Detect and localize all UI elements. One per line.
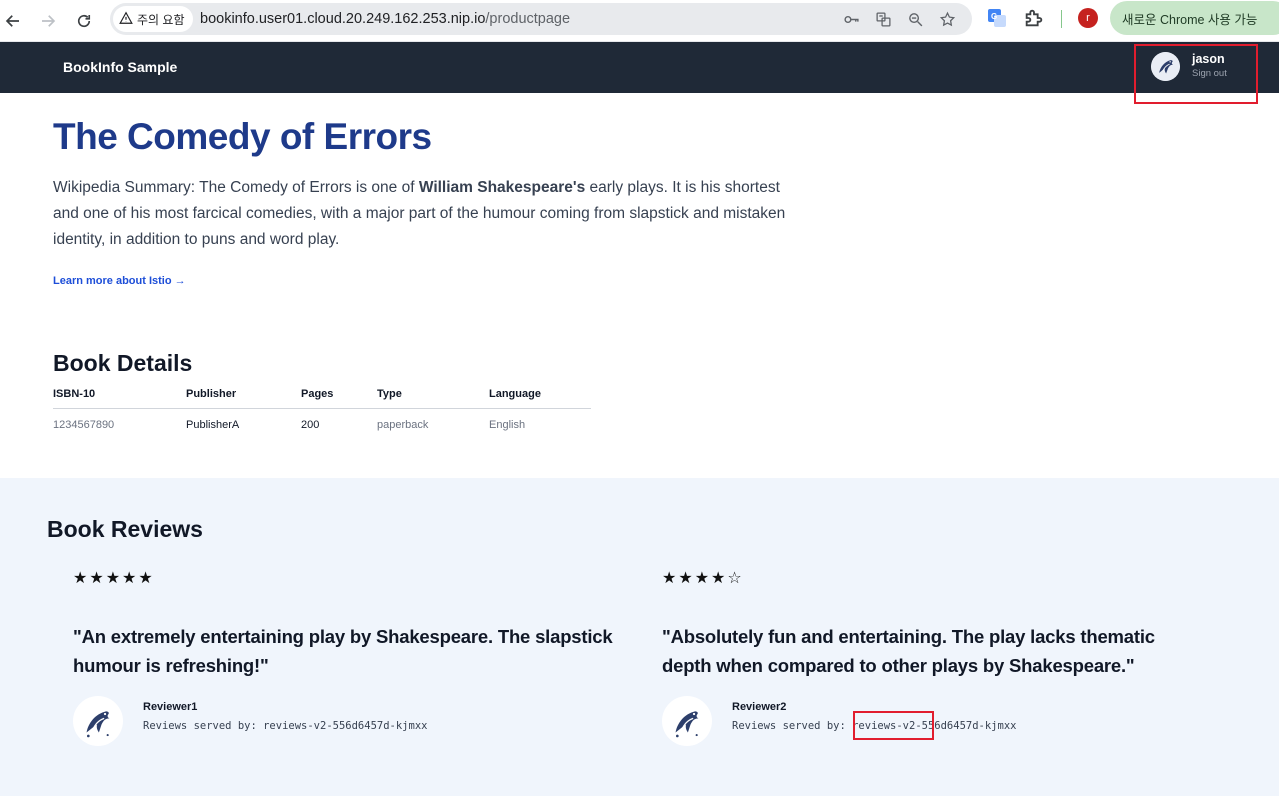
warning-triangle-icon [119, 11, 133, 28]
column-header: Pages [301, 386, 377, 409]
column-header: Language [489, 386, 591, 409]
star-filled-icon: ★ [122, 570, 139, 587]
url-path: /productpage [485, 11, 571, 27]
forward-arrow-icon[interactable] [35, 8, 61, 34]
extensions-puzzle-icon[interactable] [1023, 7, 1045, 29]
reload-icon[interactable] [71, 8, 97, 34]
star-filled-icon: ★ [711, 570, 728, 587]
column-header: Type [377, 386, 489, 409]
security-warning-chip[interactable]: 주의 요함 [113, 6, 193, 32]
star-rating: ★★★★★ [73, 570, 613, 588]
details-heading: Book Details [53, 350, 193, 376]
star-filled-icon: ★ [678, 570, 695, 587]
reviews-heading: Book Reviews [47, 516, 203, 542]
url-text[interactable]: bookinfo.user01.cloud.20.249.162.253.nip… [200, 3, 570, 35]
security-chip-label: 주의 요함 [137, 12, 185, 27]
svg-text:G: G [991, 12, 997, 21]
reviews-section: Book Reviews ★★★★★ "An extremely enterta… [0, 478, 1279, 796]
page-title: The Comedy of Errors [53, 116, 432, 157]
star-filled-icon: ★ [89, 570, 106, 587]
star-filled-icon: ★ [138, 570, 155, 587]
chrome-update-button[interactable]: 새로운 Chrome 사용 가능 [1110, 1, 1279, 35]
review-quote: "Absolutely fun and entertaining. The pl… [662, 626, 1155, 676]
publisher-cell: PublisherA [186, 418, 240, 431]
browser-toolbar: 주의 요함 bookinfo.user01.cloud.20.249.162.2… [0, 0, 1279, 42]
table-header-row: ISBN-10 Publisher Pages Type Language [53, 386, 591, 409]
translate-icon[interactable] [873, 9, 893, 29]
product-summary: Wikipedia Summary: The Comedy of Errors … [53, 175, 793, 253]
star-empty-icon: ☆ [727, 570, 744, 587]
column-header: Publisher [186, 386, 301, 409]
reviewer-info: Reviewer2 Reviews served by: reviews-v2-… [662, 696, 1016, 746]
brand-title[interactable]: BookInfo Sample [63, 42, 177, 93]
bookmark-star-icon[interactable] [937, 9, 957, 29]
summary-bold: William Shakespeare's [418, 179, 586, 196]
summary-prefix: Wikipedia Summary: The Comedy of Errors … [53, 179, 419, 196]
address-bar[interactable]: 주의 요함 bookinfo.user01.cloud.20.249.162.2… [110, 3, 972, 35]
dolphin-avatar-icon [86, 711, 110, 738]
pages-cell: 200 [301, 418, 320, 431]
details-table: ISBN-10 Publisher Pages Type Language 12… [53, 386, 591, 439]
star-rating: ★★★★☆ [662, 570, 1202, 588]
star-filled-icon: ★ [105, 570, 123, 587]
profile-avatar[interactable]: r [1078, 8, 1098, 28]
column-header: ISBN-10 [53, 386, 186, 409]
back-arrow-icon[interactable] [0, 8, 26, 34]
reviewer-info: Reviewer1 Reviews served by: reviews-v2-… [73, 696, 427, 746]
star-filled-icon: ★ [694, 570, 712, 587]
star-filled-icon: ★ [73, 570, 90, 587]
isbn-cell: 1234567890 [53, 418, 115, 431]
user-highlight-box [1134, 44, 1258, 104]
learn-more-link[interactable]: Learn more about Istio → [53, 275, 186, 287]
google-translate-extension-icon[interactable]: G [986, 7, 1008, 29]
star-filled-icon: ★ [662, 570, 679, 587]
served-by-text: Reviews served by: reviews-v2-556d6457d-… [143, 720, 428, 732]
url-host: bookinfo.user01.cloud.20.249.162.253.nip… [200, 11, 486, 27]
type-cell: paperback [377, 418, 429, 431]
password-key-icon[interactable] [841, 9, 861, 29]
review-card: ★★★★☆ "Absolutely fun and entertaining. … [662, 570, 1202, 746]
reviewer-avatar [662, 696, 712, 746]
site-navbar: BookInfo Sample jason Sign out [0, 42, 1279, 93]
reviewer-name: Reviewer1 [143, 701, 198, 713]
review-quote: "An extremely entertaining play by Shake… [73, 626, 613, 676]
review-card: ★★★★★ "An extremely entertaining play by… [73, 570, 613, 746]
reviewer-avatar [73, 696, 123, 746]
language-cell: English [489, 418, 526, 431]
version-highlight-box [853, 711, 934, 740]
toolbar-divider [1061, 10, 1062, 28]
zoom-icon[interactable] [905, 9, 925, 29]
dolphin-avatar-icon [675, 711, 699, 738]
table-row: 1234567890 PublisherA 200 paperback Engl… [53, 408, 591, 439]
